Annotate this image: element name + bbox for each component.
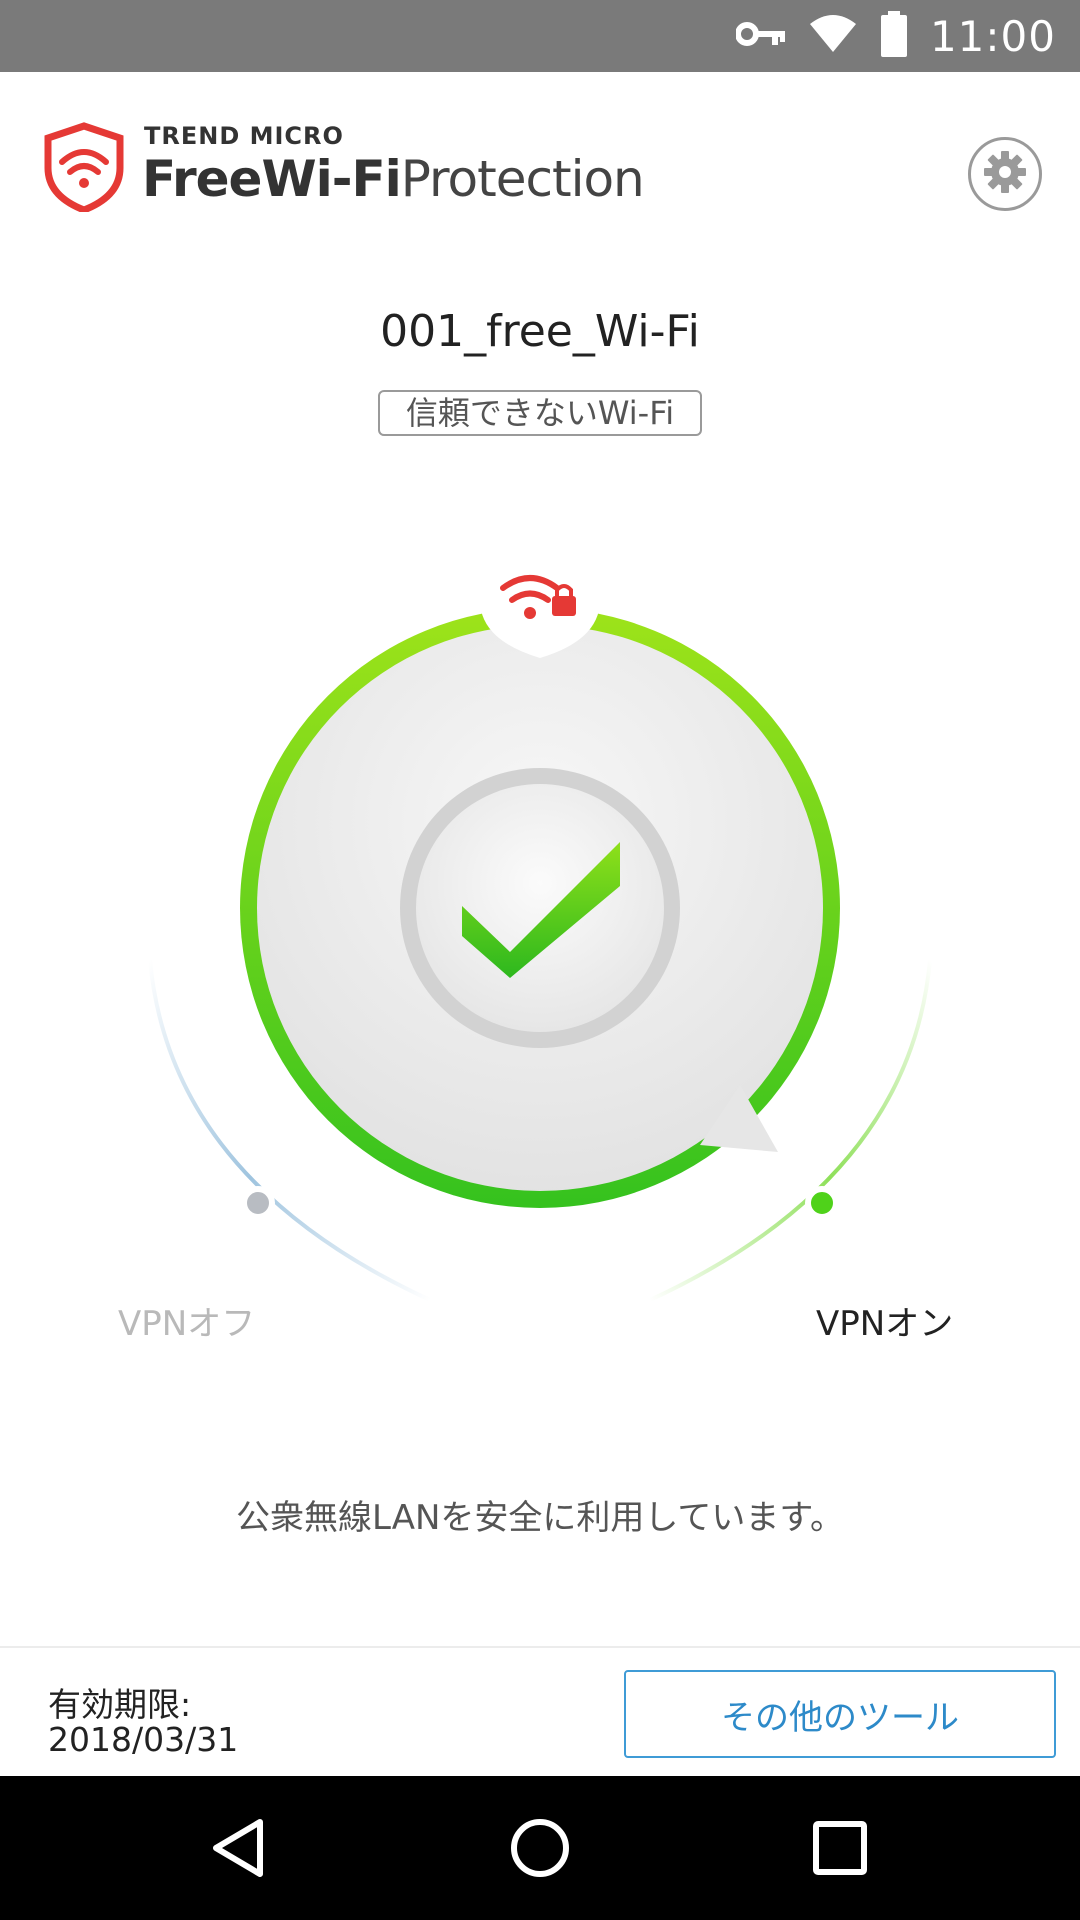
vpn-off-dot <box>241 1186 275 1220</box>
vpn-off-label[interactable]: VPNオフ <box>118 1296 255 1345</box>
other-tools-button[interactable]: その他のツール <box>624 1670 1056 1758</box>
back-triangle-icon[interactable] <box>208 1816 272 1880</box>
status-icons: 11:00 <box>734 0 1056 72</box>
navigation-bar <box>0 1776 1080 1920</box>
home-circle-icon[interactable] <box>508 1816 572 1880</box>
app-title-light: Protection <box>400 150 645 208</box>
gear-icon <box>982 149 1028 199</box>
recents-square-icon[interactable] <box>808 1816 872 1880</box>
vpn-on-label[interactable]: VPNオン <box>816 1296 953 1345</box>
protection-status-message: 公衆無線LANを安全に利用しています。 <box>236 1498 844 1538</box>
settings-button[interactable] <box>968 137 1042 211</box>
clock: 11:00 <box>929 11 1056 61</box>
footer: 有効期限: 2018/03/31 その他のツール <box>0 1646 1080 1778</box>
trust-status-badge: 信頼できないWi-Fi <box>378 390 702 436</box>
vpn-on-dot <box>805 1186 839 1220</box>
app-header: TREND MICRO FreeWi-FiProtection <box>0 72 1080 242</box>
wifi-icon <box>808 14 858 58</box>
app-title: FreeWi-FiProtection <box>142 150 645 208</box>
network-ssid: 001_free_Wi-Fi <box>380 306 700 357</box>
expiry-date: 2018/03/31 <box>48 1720 239 1759</box>
vpn-dial[interactable] <box>0 540 1080 1340</box>
app-title-bold: FreeWi-Fi <box>142 150 402 208</box>
vpn-key-icon <box>734 20 786 52</box>
shield-wifi-icon <box>44 122 124 214</box>
expiry-label: 有効期限: <box>48 1685 192 1724</box>
status-bar: 11:00 <box>0 0 1080 72</box>
brand-company: TREND MICRO <box>144 122 344 150</box>
battery-icon <box>880 11 908 61</box>
